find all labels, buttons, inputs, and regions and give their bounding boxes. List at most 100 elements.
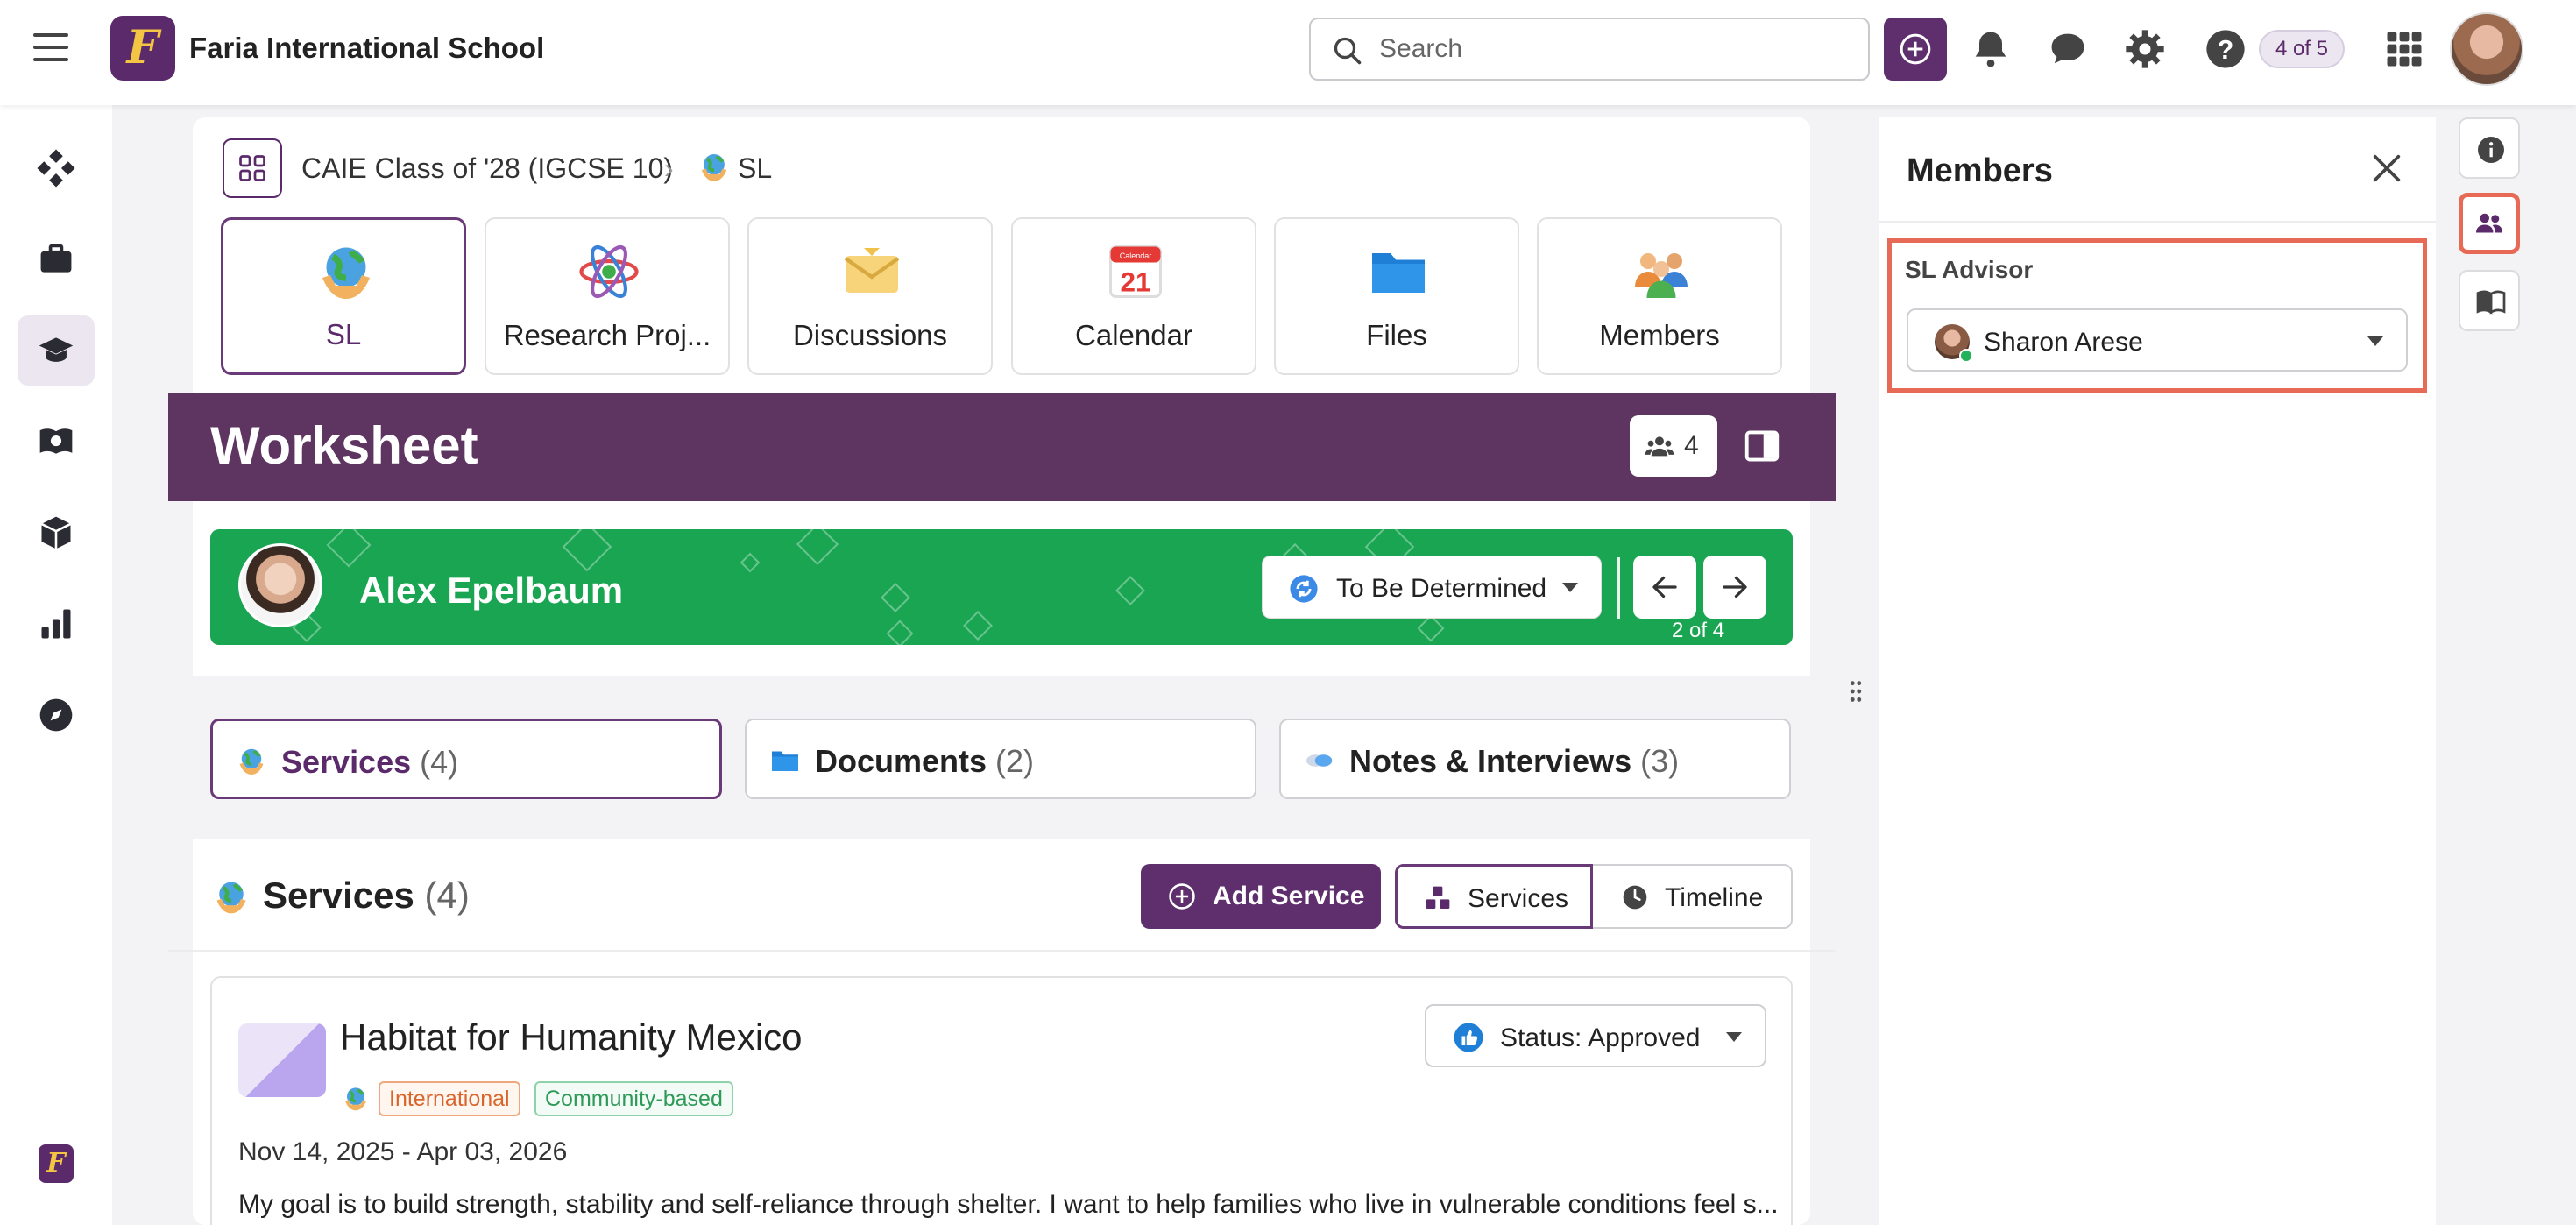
service-dates: Nov 14, 2025 - Apr 03, 2026 xyxy=(238,1137,568,1166)
tile-calendar[interactable]: 21 Calendar Calendar xyxy=(1011,217,1256,375)
view-timeline-button[interactable]: Timeline xyxy=(1595,866,1793,927)
tab-label: Documents xyxy=(815,743,987,779)
view-services-label: Services xyxy=(1468,884,1569,913)
search-box[interactable] xyxy=(1309,18,1870,81)
next-student-button[interactable] xyxy=(1703,556,1766,619)
worksheet-title: Worksheet xyxy=(210,416,478,475)
members-panel-title: Members xyxy=(1907,152,2053,189)
advisor-select[interactable]: Sharon Arese xyxy=(1907,308,2408,372)
student-name[interactable]: Alex Epelbaum xyxy=(359,570,623,612)
briefcase-icon xyxy=(40,244,72,273)
info-button[interactable] xyxy=(2459,117,2520,179)
previous-student-button[interactable] xyxy=(1633,556,1696,619)
services-heading: Services (4) xyxy=(263,874,470,917)
arrow-left-icon xyxy=(1652,576,1677,598)
tab-label: Services xyxy=(281,744,412,780)
school-logo[interactable]: F xyxy=(110,16,175,81)
tab-label: Notes & Interviews xyxy=(1349,743,1632,779)
add-service-button[interactable]: Add Service xyxy=(1141,864,1381,929)
grid-icon xyxy=(239,155,265,181)
nav-library[interactable] xyxy=(18,407,95,477)
plus-circle-icon xyxy=(1900,33,1931,65)
advisor-label: SL Advisor xyxy=(1905,256,2034,283)
resize-handle-icon[interactable] xyxy=(1849,678,1863,705)
service-name[interactable]: Habitat for Humanity Mexico xyxy=(340,1016,803,1059)
plus-circle-icon xyxy=(1169,883,1195,910)
globe-hands-icon xyxy=(701,153,727,181)
close-icon[interactable] xyxy=(2369,151,2404,186)
service-description: My goal is to build strength, stability … xyxy=(238,1190,1779,1219)
view-services-button[interactable]: Services xyxy=(1395,864,1593,929)
members-button[interactable] xyxy=(2459,193,2520,254)
nav-units[interactable] xyxy=(18,498,95,568)
help-counter-badge[interactable]: 4 of 5 xyxy=(2259,30,2345,68)
tab-count: (2) xyxy=(995,743,1035,779)
service-status-dropdown[interactable]: Status: Approved xyxy=(1425,1004,1766,1067)
view-timeline-label: Timeline xyxy=(1665,883,1764,912)
nav-explore[interactable] xyxy=(18,680,95,750)
book-globe-icon xyxy=(39,428,73,454)
tab-count: (4) xyxy=(420,744,459,780)
divider xyxy=(1617,557,1620,619)
divider xyxy=(168,950,1836,952)
people-icon xyxy=(1635,253,1688,298)
clock-icon xyxy=(1623,885,1647,910)
tab-notes-interviews[interactable]: Notes & Interviews (3) xyxy=(1279,719,1791,799)
tile-files[interactable]: Files xyxy=(1274,217,1519,375)
svg-text:?: ? xyxy=(2218,36,2234,65)
calendar-icon: 21 Calendar xyxy=(1109,245,1162,298)
create-button[interactable] xyxy=(1884,18,1947,81)
nav-briefcase[interactable] xyxy=(18,224,95,294)
globe-hands-icon xyxy=(239,748,264,775)
nav-classes[interactable] xyxy=(18,315,95,386)
add-service-label: Add Service xyxy=(1213,882,1365,910)
apps-grid-icon[interactable] xyxy=(2381,26,2427,72)
tile-research-project[interactable]: Research Proj... xyxy=(485,217,730,375)
tab-services[interactable]: Services (4) xyxy=(210,719,722,799)
compass-icon xyxy=(39,698,73,732)
services-title: Services xyxy=(263,874,414,916)
graduation-cap-icon xyxy=(39,337,74,362)
hamburger-menu-icon[interactable] xyxy=(33,33,68,68)
advisor-name: Sharon Arese xyxy=(1984,328,2143,357)
view-toggle: Services Timeline xyxy=(1395,864,1793,929)
tile-sl[interactable]: SL xyxy=(221,217,466,375)
tag-international: International xyxy=(379,1081,520,1116)
faria-logo[interactable]: F xyxy=(39,1144,74,1183)
bell-icon[interactable] xyxy=(1968,26,2013,72)
cube-icon xyxy=(40,516,72,549)
info-icon xyxy=(2478,137,2504,163)
student-pager: 2 of 4 xyxy=(1672,619,1725,642)
gear-icon[interactable] xyxy=(2122,26,2168,72)
envelope-icon xyxy=(844,248,900,293)
student-status-label: To Be Determined xyxy=(1336,574,1547,603)
globe-hands-icon xyxy=(322,247,370,299)
nav-dashboard[interactable] xyxy=(18,133,95,203)
services-count: (4) xyxy=(424,874,470,916)
globe-hands-icon xyxy=(345,1087,366,1111)
student-avatar xyxy=(238,543,322,627)
online-status-indicator xyxy=(1959,349,1973,363)
refresh-circle-icon xyxy=(1290,575,1318,603)
panel-toggle-icon[interactable] xyxy=(1744,429,1780,463)
resources-button[interactable] xyxy=(2459,270,2520,331)
breadcrumb-class[interactable]: CAIE Class of '28 (IGCSE 10) xyxy=(301,152,673,185)
worksheet-members-button[interactable]: 4 xyxy=(1630,415,1717,477)
chat-icon[interactable] xyxy=(2045,26,2091,72)
tile-members[interactable]: Members xyxy=(1537,217,1782,375)
class-switcher-button[interactable] xyxy=(223,138,282,198)
help-icon[interactable]: ? xyxy=(2203,26,2248,72)
user-avatar[interactable] xyxy=(2450,12,2523,86)
thumbs-up-icon xyxy=(1454,1023,1483,1052)
blocks-icon xyxy=(1426,886,1450,909)
search-input[interactable] xyxy=(1379,32,1835,67)
chevron-down-icon xyxy=(1726,1032,1742,1042)
tile-discussions[interactable]: Discussions xyxy=(747,217,993,375)
tile-label: Research Proj... xyxy=(503,319,711,351)
tag-community-based: Community-based xyxy=(534,1081,733,1116)
nav-reports[interactable] xyxy=(18,589,95,659)
student-status-dropdown[interactable]: To Be Determined xyxy=(1262,556,1602,619)
folder-icon xyxy=(772,751,798,771)
school-name[interactable]: Faria International School xyxy=(189,32,544,65)
tab-documents[interactable]: Documents (2) xyxy=(745,719,1256,799)
